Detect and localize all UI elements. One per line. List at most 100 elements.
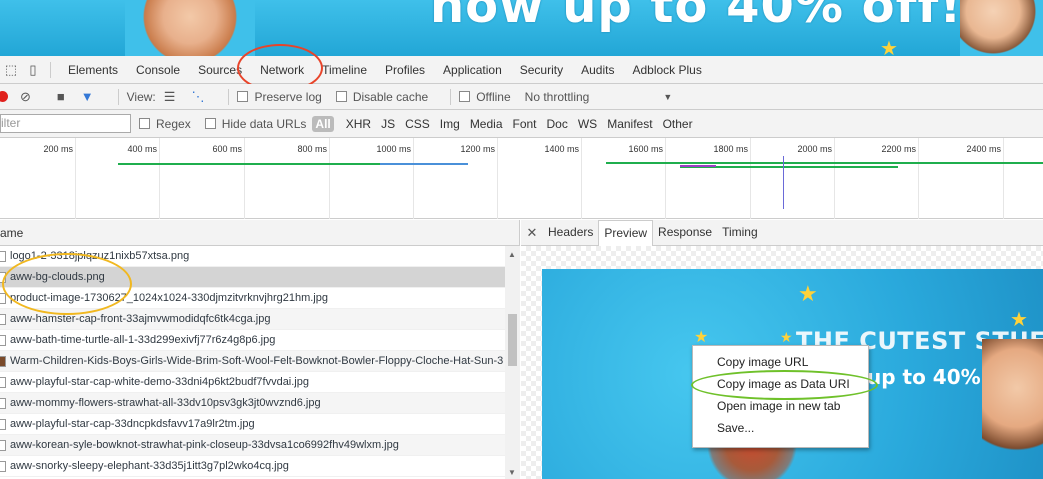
tab-timing[interactable]: Timing [717, 220, 763, 245]
device-mode-icon[interactable]: ▯ [22, 62, 44, 78]
capture-screenshots-icon[interactable]: ■ [57, 89, 65, 104]
tab-profiles[interactable]: Profiles [376, 56, 434, 84]
filter-type-manifest[interactable]: Manifest [603, 117, 656, 131]
request-name: aww-korean-syle-bowknot-strawhat-pink-cl… [10, 439, 399, 451]
filter-type-img[interactable]: Img [436, 117, 464, 131]
filter-type-xhr[interactable]: XHR [342, 117, 375, 131]
filter-type-ws[interactable]: WS [574, 117, 601, 131]
timeline-tick: 400 ms [127, 138, 160, 219]
timeline-tick: 1600 ms [628, 138, 666, 219]
hide-data-urls-label: Hide data URLs [221, 116, 307, 131]
timeline-bar [680, 165, 716, 167]
network-toolbar: ⊘ ■ ▼ View: ☰ ⋱ Preserve log Disable cac… [0, 84, 1043, 110]
scrollbar-thumb[interactable] [508, 314, 517, 366]
tab-headers[interactable]: Headers [543, 220, 598, 245]
request-name: aww-playful-star-cap-white-demo-33dni4p6… [10, 376, 309, 388]
filter-input[interactable]: ilter [0, 114, 131, 133]
tab-console[interactable]: Console [127, 56, 189, 84]
record-button[interactable] [0, 91, 8, 102]
tick-label: 2400 ms [966, 144, 1001, 154]
tick-label: 1000 ms [376, 144, 411, 154]
timeline-bar [606, 162, 1043, 164]
filter-type-media[interactable]: Media [466, 117, 507, 131]
tick-label: 2000 ms [797, 144, 832, 154]
web-page-banner: now up to 40% off! ★ [0, 0, 1043, 56]
request-row[interactable]: aww-korean-syle-bowknot-strawhat-pink-cl… [0, 435, 505, 456]
throttling-select[interactable]: No throttling [525, 90, 590, 104]
request-row[interactable]: aww-playful-star-cap-white-demo-33dni4p6… [0, 372, 505, 393]
request-name: aww-bath-time-turtle-all-1-33d299exivfj7… [10, 334, 276, 346]
filter-type-css[interactable]: CSS [401, 117, 434, 131]
scroll-down-icon[interactable]: ▼ [508, 468, 516, 477]
timeline-tick: 1800 ms [713, 138, 751, 219]
banner-text: now up to 40% off! [430, 0, 963, 34]
file-icon [0, 251, 6, 262]
timeline-tick: 1000 ms [376, 138, 414, 219]
tick-label: 1400 ms [544, 144, 579, 154]
file-icon [0, 440, 6, 451]
preserve-log-label: Preserve log [254, 89, 322, 104]
disable-cache-checkbox[interactable] [335, 91, 347, 102]
request-row[interactable]: aww-mommy-flowers-strawhat-all-33dv10psv… [0, 393, 505, 414]
clear-icon[interactable]: ⊘ [20, 89, 31, 105]
tab-audits[interactable]: Audits [572, 56, 623, 84]
child-photo-right [960, 0, 1043, 56]
filter-type-font[interactable]: Font [509, 117, 541, 131]
request-row[interactable]: aww-bath-time-turtle-all-1-33d299exivfj7… [0, 330, 505, 351]
filter-icon[interactable]: ▼ [81, 89, 94, 104]
overview-icon[interactable]: ⋱ [191, 89, 204, 105]
file-icon [0, 461, 6, 472]
file-icon [0, 335, 6, 346]
timeline-tick: 2000 ms [797, 138, 835, 219]
offline-label: Offline [476, 89, 511, 104]
tab-adblock-plus[interactable]: Adblock Plus [623, 56, 710, 84]
tab-response[interactable]: Response [653, 220, 717, 245]
request-row[interactable]: Warm-Children-Kids-Boys-Girls-Wide-Brim-… [0, 351, 505, 372]
filter-type-js[interactable]: JS [377, 117, 399, 131]
star-icon: ★ [694, 329, 709, 346]
close-icon[interactable]: ✕ [521, 225, 543, 241]
devtools-tabbar: ⬚ ▯ Elements Console Sources Network Tim… [0, 56, 1043, 84]
filter-type-all[interactable]: All [312, 115, 334, 132]
regex-checkbox[interactable] [139, 118, 150, 129]
hide-data-urls-checkbox[interactable] [204, 118, 216, 129]
request-name: aww-playful-star-cap-33dncpkdsfavv17a9lr… [10, 418, 255, 430]
inspect-element-icon[interactable]: ⬚ [0, 62, 22, 78]
request-name: Warm-Children-Kids-Boys-Girls-Wide-Brim-… [10, 355, 504, 367]
tab-preview[interactable]: Preview [598, 219, 654, 246]
tab-security[interactable]: Security [511, 56, 572, 84]
tick-label: 1200 ms [460, 144, 495, 154]
request-name: aww-hamster-cap-front-33ajmvwmodidqfc6tk… [10, 313, 271, 325]
preserve-log-checkbox[interactable] [237, 91, 249, 102]
file-icon [0, 419, 6, 430]
detail-tabbar: ✕ Headers Preview Response Timing [521, 219, 1043, 246]
tick-label: 2200 ms [881, 144, 916, 154]
tick-label: 800 ms [297, 144, 327, 154]
request-row[interactable]: aww-snorky-sleepy-elephant-33d35j1itt3g7… [0, 456, 505, 477]
chevron-down-icon[interactable]: ▼ [663, 92, 672, 102]
timeline-tick: 1400 ms [544, 138, 582, 219]
filter-type-other[interactable]: Other [659, 117, 697, 131]
child-photo [982, 339, 1043, 479]
timeline-bar [380, 163, 468, 165]
view-label: View: [126, 89, 156, 104]
tab-application[interactable]: Application [434, 56, 511, 84]
tick-label: 600 ms [212, 144, 242, 154]
timeline-tick: 1200 ms [460, 138, 498, 219]
large-rows-icon[interactable]: ☰ [164, 89, 176, 105]
timeline-tick: 800 ms [297, 138, 330, 219]
offline-checkbox[interactable] [459, 91, 471, 102]
dom-content-loaded-marker [783, 156, 784, 209]
request-list-scrollbar[interactable]: ▲ ▼ [505, 246, 520, 479]
tab-elements[interactable]: Elements [59, 56, 127, 84]
name-column-header[interactable]: ame [0, 220, 519, 246]
tick-label: 1600 ms [628, 144, 663, 154]
file-icon [0, 398, 6, 409]
star-icon: ★ [780, 329, 793, 345]
filter-type-doc[interactable]: Doc [543, 117, 572, 131]
request-name: aww-mommy-flowers-strawhat-all-33dv10psv… [10, 397, 321, 409]
scroll-up-icon[interactable]: ▲ [508, 250, 516, 259]
network-overview-timeline[interactable]: 200 ms 400 ms 600 ms 800 ms 1000 ms 1200… [0, 138, 1043, 219]
save-item[interactable]: Save... [693, 417, 868, 439]
request-row[interactable]: aww-playful-star-cap-33dncpkdsfavv17a9lr… [0, 414, 505, 435]
